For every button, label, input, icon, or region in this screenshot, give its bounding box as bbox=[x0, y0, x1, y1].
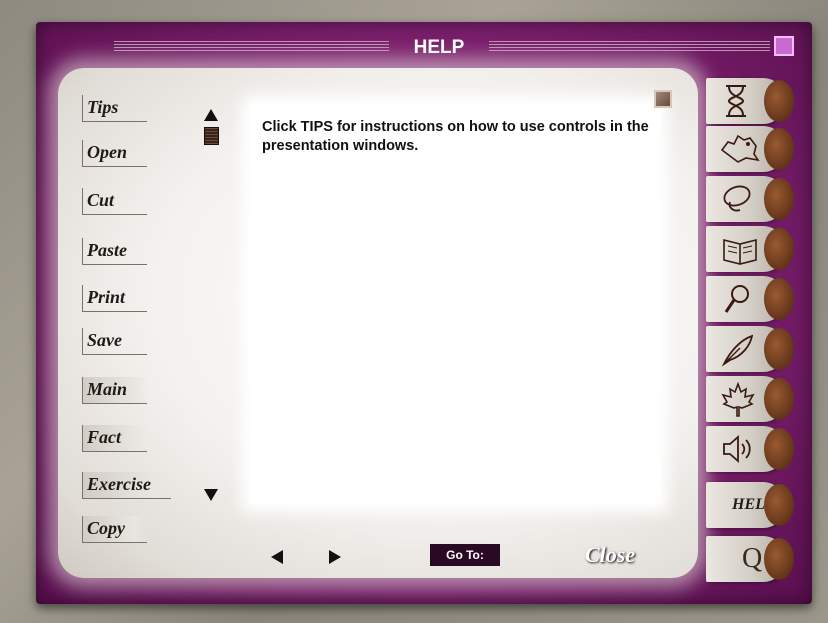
goto-button[interactable]: Go To: bbox=[430, 544, 500, 566]
quill-icon bbox=[721, 334, 754, 367]
scroll-down-arrow-icon[interactable] bbox=[204, 489, 218, 501]
scroll-up-arrow-icon[interactable] bbox=[204, 109, 218, 121]
title-bar: HELP bbox=[36, 22, 812, 62]
tab-quit[interactable]: Q bbox=[706, 536, 794, 582]
menu-save[interactable]: Save bbox=[82, 328, 147, 355]
tab-lasso[interactable] bbox=[706, 176, 794, 222]
help-text: Click TIPS for instructions on how to us… bbox=[262, 119, 649, 154]
tab-maple-leaf[interactable] bbox=[706, 376, 794, 422]
speaker-icon bbox=[723, 435, 751, 463]
tab-quill[interactable] bbox=[706, 326, 794, 372]
menu-main[interactable]: Main bbox=[82, 377, 147, 404]
tab-hourglass[interactable] bbox=[706, 78, 794, 124]
window-control-button[interactable] bbox=[774, 36, 794, 56]
menu-exercise[interactable]: Exercise bbox=[82, 472, 171, 499]
tab-help[interactable]: HELP bbox=[706, 482, 794, 528]
content-area bbox=[250, 104, 660, 504]
previous-arrow-icon[interactable] bbox=[271, 550, 283, 564]
scroll-track[interactable] bbox=[210, 124, 212, 484]
menu-open[interactable]: Open bbox=[82, 140, 147, 167]
menu-cut[interactable]: Cut bbox=[82, 188, 147, 215]
magnifier-icon bbox=[724, 285, 749, 313]
window-title: HELP bbox=[413, 37, 465, 58]
menu-paste[interactable]: Paste bbox=[82, 238, 147, 265]
tab-sound[interactable] bbox=[706, 426, 794, 472]
title-rule-right bbox=[489, 41, 770, 53]
next-arrow-icon[interactable] bbox=[329, 550, 341, 564]
tab-canada-map[interactable] bbox=[706, 126, 794, 172]
title-rule-left bbox=[114, 41, 389, 53]
menu-tips[interactable]: Tips bbox=[82, 95, 147, 122]
tab-search[interactable] bbox=[706, 276, 794, 322]
open-book-icon bbox=[723, 238, 757, 265]
lasso-icon bbox=[723, 185, 751, 212]
maple-leaf-icon bbox=[721, 382, 755, 417]
tab-book[interactable] bbox=[706, 226, 794, 272]
corner-square-button[interactable] bbox=[654, 90, 672, 108]
menu-fact[interactable]: Fact bbox=[82, 425, 147, 452]
menu-print[interactable]: Print bbox=[82, 285, 147, 312]
close-button[interactable]: Close bbox=[585, 541, 653, 569]
section-tabs: HELP Q bbox=[706, 78, 802, 596]
hourglass-icon bbox=[726, 85, 746, 117]
canada-map-icon bbox=[720, 134, 760, 163]
menu-copy[interactable]: Copy bbox=[82, 516, 147, 543]
